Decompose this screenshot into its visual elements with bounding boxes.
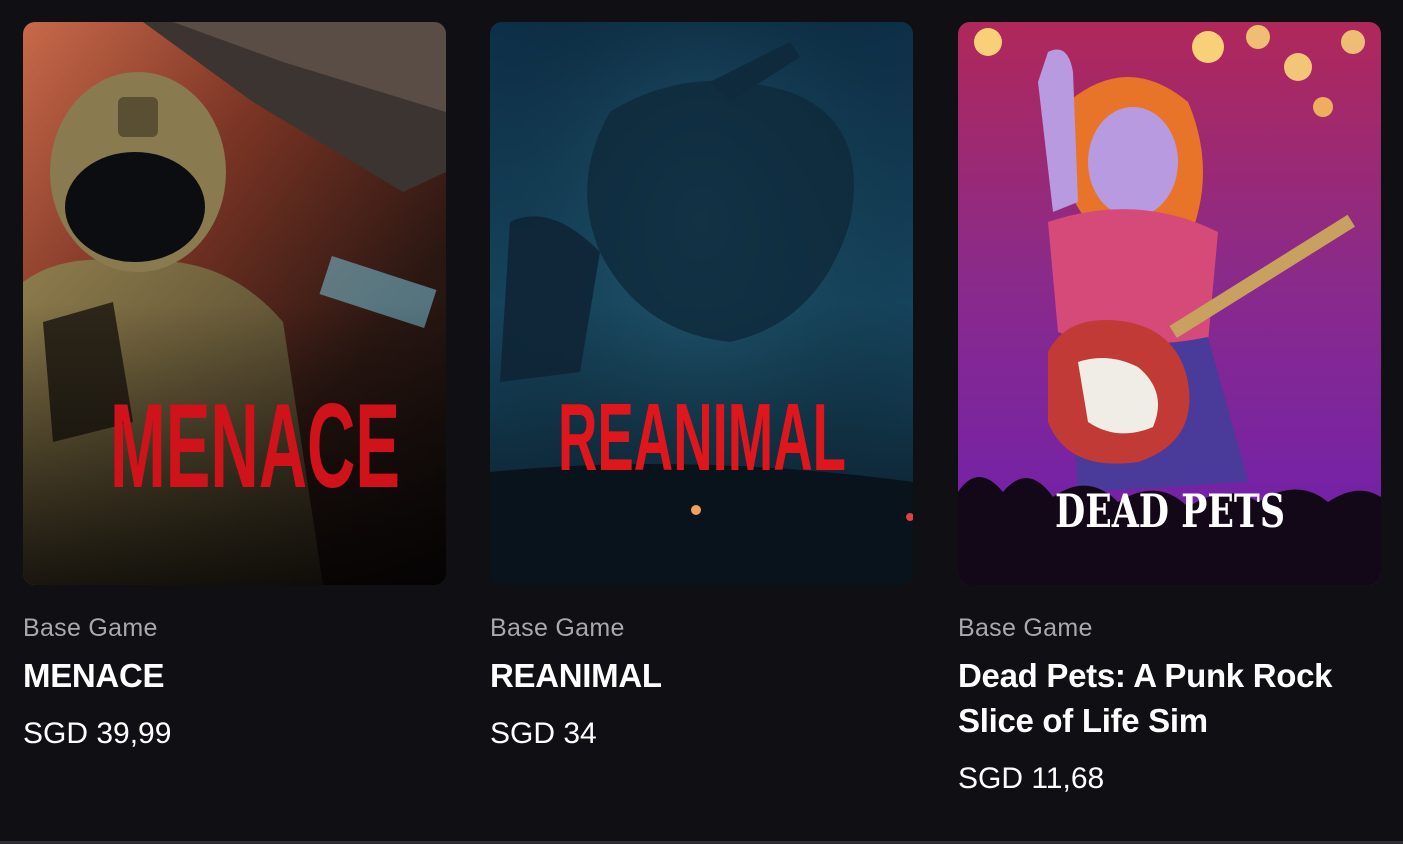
product-type: Base Game [958, 614, 1093, 642]
cover-art-menace[interactable]: MENACE [23, 22, 446, 585]
product-grid: MENACE Base Game MENACE SGD 39,99 REANIM… [0, 0, 1403, 844]
product-type: Base Game [490, 614, 625, 642]
cover-art-dead-pets[interactable]: DEAD PETS [958, 22, 1381, 585]
cover-art-reanimal[interactable]: REANIMAL [490, 22, 913, 585]
product-card-menace[interactable]: MENACE Base Game MENACE SGD 39,99 [23, 22, 446, 754]
product-price: SGD 11,68 [958, 762, 1105, 795]
product-title[interactable]: REANIMAL [490, 653, 910, 698]
reanimal-cover-logo: REANIMAL [558, 384, 846, 491]
reanimal-cover-image: REANIMAL [490, 22, 913, 585]
dead-pets-cover-logo: DEAD PETS [1055, 484, 1285, 538]
dead-pets-cover-image: DEAD PETS [958, 22, 1381, 585]
product-price: SGD 39,99 [23, 717, 172, 750]
product-title[interactable]: MENACE [23, 653, 443, 698]
product-title[interactable]: Dead Pets: A Punk Rock Slice of Life Sim [958, 653, 1378, 743]
product-card-reanimal[interactable]: REANIMAL Base Game REANIMAL SGD 34 [490, 22, 913, 754]
menace-cover-logo: MENACE [110, 379, 400, 513]
product-price: SGD 34 [490, 717, 597, 750]
menace-cover-image: MENACE [23, 22, 446, 585]
product-type: Base Game [23, 614, 158, 642]
product-card-dead-pets[interactable]: DEAD PETS Base Game Dead Pets: A Punk Ro… [958, 22, 1381, 799]
